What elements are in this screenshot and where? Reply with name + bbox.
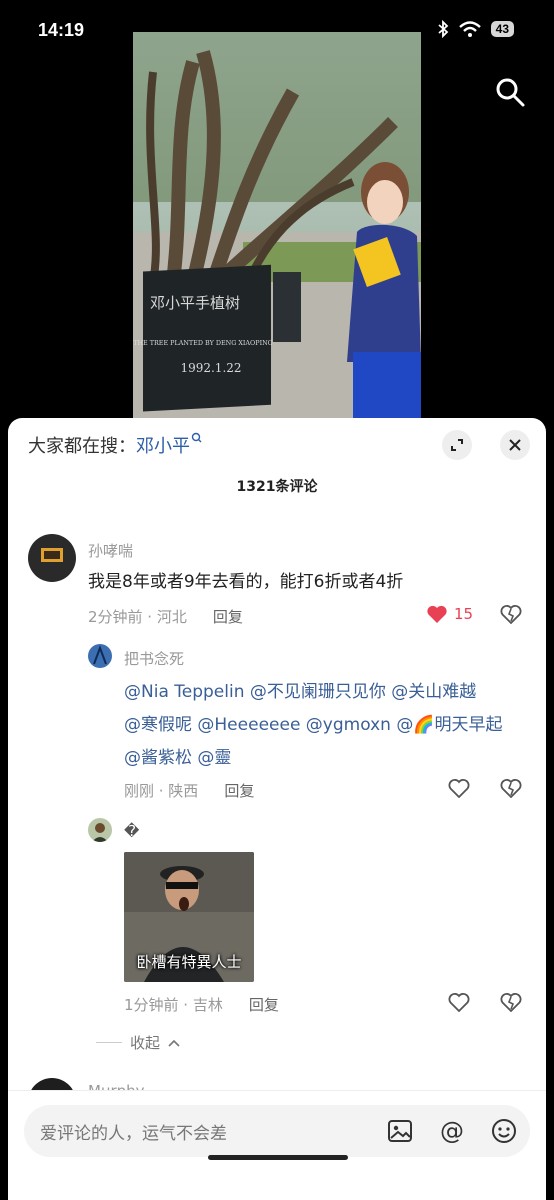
comment-meta: 2分钟前 · 河北 回复 — [88, 606, 243, 627]
avatar[interactable] — [88, 644, 112, 668]
svg-text:@: @ — [440, 1117, 464, 1145]
status-time: 14:19 — [38, 20, 85, 40]
dislike-icon[interactable] — [500, 604, 522, 624]
collapse-replies-button[interactable]: 收起 — [96, 1032, 180, 1053]
search-suggestion-keyword[interactable]: 邓小平 — [136, 436, 190, 457]
reply-meta: 1分钟前 · 吉林 回复 — [124, 994, 279, 1015]
reply-button[interactable]: 回复 — [224, 782, 254, 800]
heart-icon[interactable] — [448, 992, 470, 1012]
plaque-date: 1992.1.22 — [180, 361, 241, 375]
avatar[interactable] — [28, 534, 76, 582]
reply-meta: 刚刚 · 陕西 回复 — [124, 780, 254, 801]
expand-icon — [451, 439, 463, 451]
search-suggestion[interactable]: 大家都在搜：邓小平 — [28, 432, 203, 458]
reply-mentions-line-2[interactable]: @寒假呢 @Heeeeeee @ygmoxn @🌈明天早起 — [124, 709, 503, 742]
emoji-icon[interactable] — [490, 1117, 518, 1145]
dislike-icon[interactable] — [500, 992, 522, 1012]
reply-button[interactable]: 回复 — [249, 996, 279, 1014]
reply-button[interactable]: 回复 — [213, 608, 243, 626]
reply-time-location: 刚刚 · 陕西 — [124, 782, 199, 800]
collapse-label: 收起 — [130, 1034, 161, 1052]
wifi-icon — [458, 21, 481, 37]
search-icon — [496, 78, 525, 107]
search-button[interactable] — [494, 76, 526, 108]
collapse-divider — [96, 1042, 122, 1043]
reply-mentions-line-3[interactable]: @酱紫松 @靈 — [124, 742, 231, 775]
plaque-subtitle: THE TREE PLANTED BY DENG XIAOPING — [133, 339, 273, 347]
heart-icon[interactable] — [448, 778, 470, 798]
comment-input[interactable]: 爱评论的人，运气不会差 @ — [24, 1105, 530, 1157]
gif-caption: 卧槽有特異人士 — [136, 953, 242, 971]
heart-filled-icon — [427, 605, 447, 623]
dislike-icon[interactable] — [500, 778, 522, 798]
like-count: 15 — [454, 605, 474, 623]
avatar[interactable] — [88, 818, 112, 842]
reply-time-location: 1分钟前 · 吉林 — [124, 996, 223, 1014]
bluetooth-icon — [438, 20, 448, 38]
gif-sticker[interactable]: 卧槽有特異人士 — [124, 852, 254, 982]
comment-username[interactable]: 孙哮喘 — [88, 540, 133, 561]
search-small-icon — [191, 432, 202, 443]
comment-count-title: 1321条评论 — [236, 479, 318, 495]
home-indicator[interactable] — [208, 1155, 348, 1160]
reply-username[interactable]: 把书念死 — [124, 648, 184, 669]
comment-text: 我是8年或者9年去看的，能打6折或者4折 — [88, 572, 404, 592]
expand-button[interactable] — [442, 430, 472, 460]
image-icon[interactable] — [386, 1117, 414, 1145]
comment-input-placeholder: 爱评论的人，运气不会差 — [40, 1124, 227, 1144]
close-icon — [509, 439, 521, 451]
like-button[interactable]: 15 — [426, 604, 473, 624]
search-suggestion-prefix: 大家都在搜： — [28, 436, 136, 457]
comment-time-location: 2分钟前 · 河北 — [88, 608, 187, 626]
mention-icon[interactable]: @ — [438, 1117, 466, 1145]
plaque-title: 邓小平手植树 — [150, 294, 240, 312]
battery-icon: 43 — [490, 21, 514, 37]
video-player[interactable]: 邓小平手植树 THE TREE PLANTED BY DENG XIAOPING… — [133, 32, 421, 418]
reply-mentions-line-1[interactable]: @Nia Teppelin @不见阑珊只见你 @关山难越 — [124, 676, 476, 709]
comment-sheet: 大家都在搜：邓小平 1321条评论 孙哮喘 我是8年或者9年去看的，能打6折或者… — [8, 418, 546, 1200]
chevron-up-icon — [168, 1039, 180, 1047]
reply-username[interactable]: � — [124, 822, 139, 840]
close-button[interactable] — [500, 430, 530, 460]
status-icons: 43 — [437, 20, 514, 38]
comment-input-bar: 爱评论的人，运气不会差 @ — [8, 1090, 546, 1200]
